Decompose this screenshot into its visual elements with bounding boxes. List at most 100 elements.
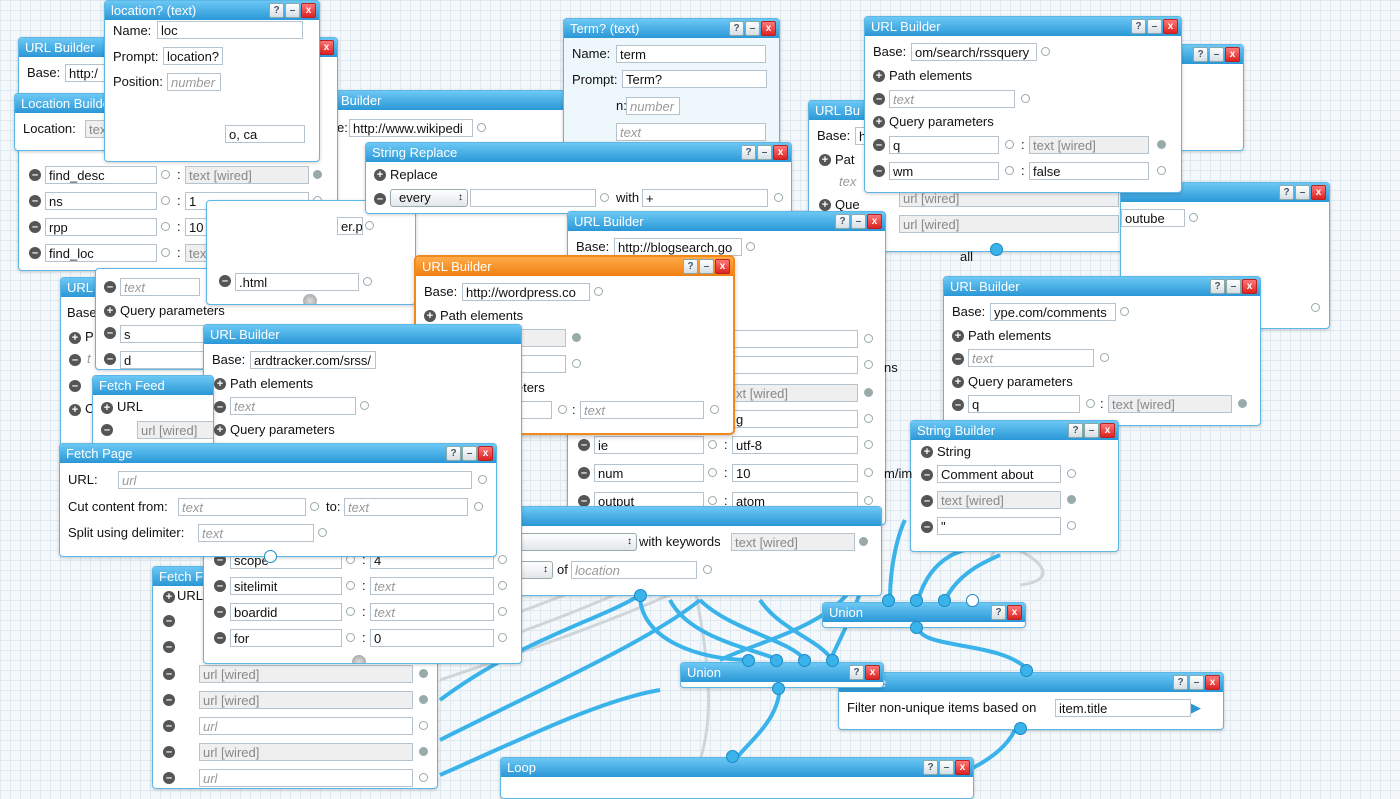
terminal[interactable]	[594, 287, 603, 296]
terminal[interactable]	[1067, 469, 1076, 478]
connector-dot[interactable]	[938, 594, 951, 607]
add-path-icon[interactable]: +	[214, 378, 226, 390]
help-icon[interactable]: ?	[683, 259, 698, 274]
help-icon[interactable]: ?	[1193, 47, 1208, 62]
union-module-1[interactable]: Union ? x	[822, 602, 1026, 628]
param-value[interactable]: g	[732, 410, 858, 428]
close-icon[interactable]: x	[1007, 605, 1022, 620]
param-value[interactable]: text	[580, 401, 704, 419]
fetch-feed[interactable]: Fetch Feed + URL – url [wired]	[92, 375, 214, 447]
param-value[interactable]: text [wired]	[1029, 136, 1149, 154]
remove-icon[interactable]: –	[163, 615, 175, 627]
path-input[interactable]: text	[968, 349, 1094, 367]
terminal[interactable]	[310, 502, 319, 511]
terminal[interactable]	[1086, 399, 1095, 408]
minimize-icon[interactable]: –	[462, 446, 477, 461]
help-icon[interactable]: ?	[729, 21, 744, 36]
position-input[interactable]: number	[626, 97, 680, 115]
keywords-input[interactable]: text [wired]	[731, 533, 855, 551]
term-text-input-module[interactable]: Term? (text) ? – x Name: term Prompt: Term…	[563, 18, 780, 145]
terminal[interactable]	[498, 633, 507, 642]
minimize-icon[interactable]: –	[1209, 47, 1224, 62]
prompt-input[interactable]: Term?	[622, 70, 767, 88]
location-input[interactable]: location	[571, 561, 697, 579]
terminal[interactable]	[708, 440, 717, 449]
close-icon[interactable]: x	[301, 3, 316, 18]
param-value[interactable]: 0	[370, 629, 494, 647]
replace-mode-select[interactable]: every	[390, 189, 468, 207]
terminal[interactable]	[558, 405, 567, 414]
param-value[interactable]: false	[1029, 162, 1149, 180]
unique-module[interactable]: e ?–x Filter non-unique items based on i…	[838, 672, 1224, 730]
terminal[interactable]	[708, 496, 717, 505]
remove-icon[interactable]: –	[163, 772, 175, 784]
terminal[interactable]	[498, 555, 507, 564]
param-value[interactable]: xt [wired]	[732, 384, 858, 402]
add-string-icon[interactable]: +	[921, 446, 933, 458]
terminal[interactable]	[318, 528, 327, 537]
terminal[interactable]	[365, 221, 374, 230]
base-input[interactable]: om/search/rssquery	[911, 43, 1037, 61]
remove-icon[interactable]: –	[873, 139, 885, 151]
minimize-icon[interactable]: –	[757, 145, 772, 160]
add-query-icon[interactable]: +	[873, 116, 885, 128]
name-input[interactable]: term	[616, 45, 766, 63]
module-header[interactable]: e ?–x	[839, 673, 1223, 692]
close-icon[interactable]: x	[715, 259, 730, 274]
terminal[interactable]	[360, 401, 369, 410]
param-value[interactable]: utf-8	[732, 436, 858, 454]
fetch-page[interactable]: Fetch Page ? – x URL: url Cut content from…	[59, 443, 497, 557]
filter-field-input[interactable]: item.title	[1055, 699, 1191, 717]
terminal[interactable]	[1067, 521, 1076, 530]
param-key[interactable]: q	[889, 136, 999, 154]
remove-icon[interactable]: –	[219, 275, 231, 287]
terminal[interactable]	[419, 773, 428, 782]
remove-icon[interactable]: –	[29, 221, 41, 233]
url-input[interactable]: url [wired]	[199, 665, 413, 683]
module-header[interactable]: location? (text) ? – x	[105, 1, 319, 20]
remove-icon[interactable]: –	[374, 193, 386, 205]
terminal[interactable]	[1005, 166, 1014, 175]
close-icon[interactable]: x	[1163, 19, 1178, 34]
terminal[interactable]	[864, 414, 873, 423]
help-icon[interactable]: ?	[1068, 423, 1083, 438]
terminal[interactable]	[746, 242, 755, 251]
add-query-icon[interactable]: +	[214, 424, 226, 436]
terminal[interactable]	[1041, 47, 1050, 56]
url-input[interactable]: url [wired]	[199, 743, 413, 761]
connector-dot[interactable]	[264, 550, 277, 563]
name-input[interactable]: loc	[157, 21, 303, 39]
connector-dot[interactable]	[910, 594, 923, 607]
remove-icon[interactable]: –	[578, 467, 590, 479]
module-header[interactable]: Union ? x	[681, 663, 883, 682]
minimize-icon[interactable]: –	[851, 214, 866, 229]
connector-dot[interactable]	[634, 589, 647, 602]
terminal[interactable]	[864, 468, 873, 477]
base-input[interactable]: http://wordpress.co	[462, 283, 590, 301]
close-icon[interactable]: x	[478, 446, 493, 461]
module-header[interactable]: URL Builder	[204, 325, 521, 344]
help-icon[interactable]: ?	[1131, 19, 1146, 34]
module-header[interactable]: URL Builder ?–x	[416, 257, 733, 276]
remove-icon[interactable]: –	[163, 694, 175, 706]
param-key[interactable]: q	[968, 395, 1080, 413]
module-header[interactable]: URL Builder ?–x	[865, 17, 1181, 36]
param-key[interactable]: find_loc	[45, 244, 157, 262]
close-icon[interactable]: x	[761, 21, 776, 36]
minimize-icon[interactable]: –	[699, 259, 714, 274]
terminal[interactable]	[346, 633, 355, 642]
add-url-icon[interactable]: +	[163, 591, 175, 603]
param-value[interactable]: 10	[732, 464, 858, 482]
base-input[interactable]: ype.com/comments	[990, 303, 1116, 321]
module-header[interactable]: String Builder ? – x	[911, 421, 1118, 440]
remove-icon[interactable]: –	[921, 469, 933, 481]
terminal[interactable]	[572, 333, 581, 342]
with-input[interactable]: +	[642, 189, 768, 207]
terminal[interactable]	[1021, 94, 1030, 103]
terminal[interactable]	[419, 747, 428, 756]
remove-icon[interactable]: –	[921, 521, 933, 533]
minimize-icon[interactable]: –	[1226, 279, 1241, 294]
terminal[interactable]	[859, 537, 868, 546]
close-icon[interactable]: x	[1100, 423, 1115, 438]
html-builder[interactable]: er.p – .html	[206, 200, 416, 305]
